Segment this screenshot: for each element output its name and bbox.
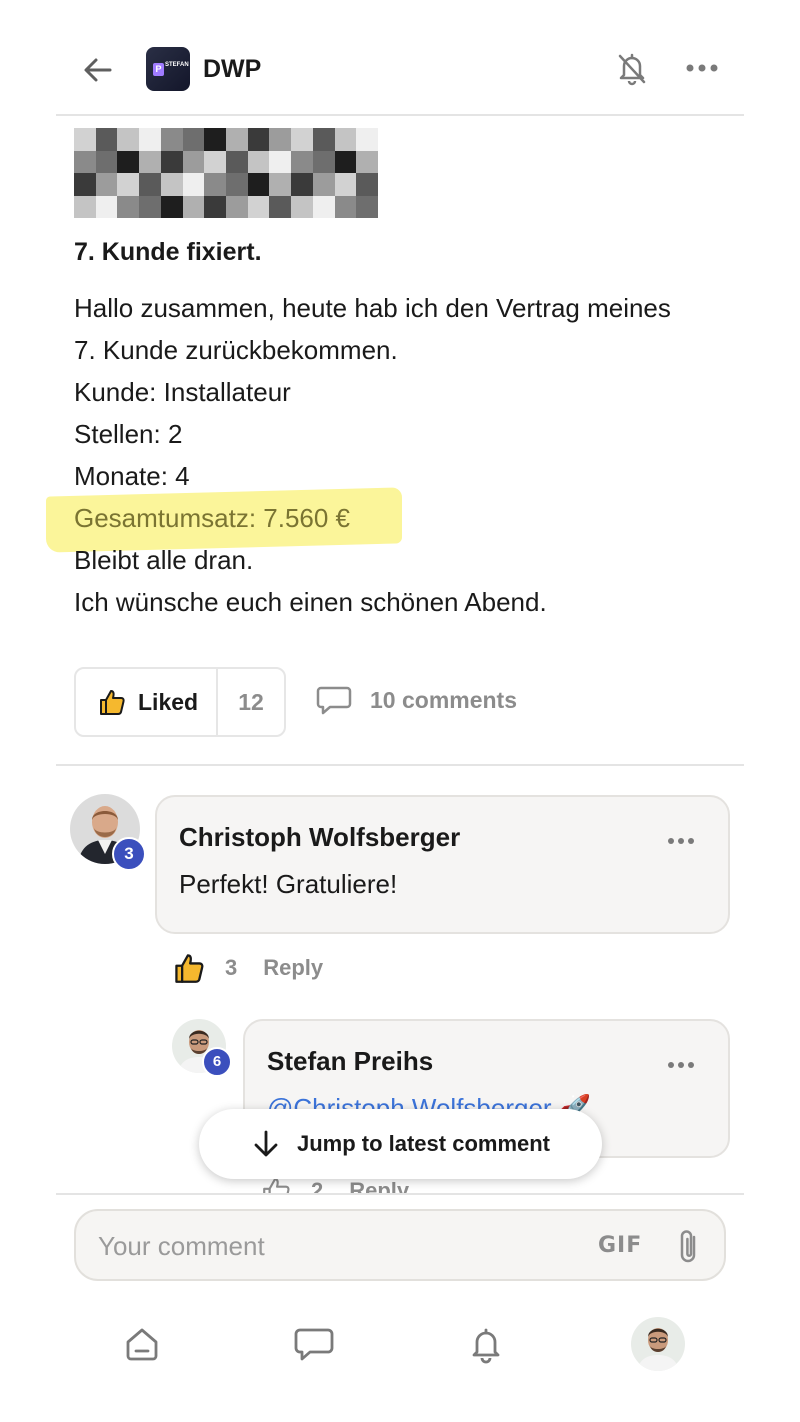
post-line: Kunde: Installateur	[74, 377, 291, 407]
comment-author[interactable]: Christoph Wolfsberger	[179, 822, 460, 853]
post-line: Ich wünsche euch einen schönen Abend.	[74, 587, 547, 617]
composer-divider	[56, 1193, 744, 1195]
jump-label: Jump to latest comment	[296, 1131, 551, 1156]
back-button[interactable]	[80, 52, 116, 88]
nav-home[interactable]	[112, 1314, 172, 1374]
comment-author[interactable]: Stefan Preihs	[267, 1046, 433, 1077]
group-logo[interactable]: P STEFAN	[146, 47, 190, 91]
logo-letter: P	[153, 63, 164, 76]
thumbs-up-icon[interactable]	[173, 952, 205, 984]
chat-icon	[294, 1328, 334, 1361]
comments-button[interactable]: 10 comments	[316, 684, 517, 716]
post-line-highlighted: Gesamtumsatz: 7.560 €	[74, 503, 351, 533]
nav-notifications[interactable]	[456, 1314, 516, 1374]
more-options-button[interactable]	[684, 58, 720, 78]
comment-like-count: 3	[225, 955, 238, 980]
post-line: Monate: 4	[74, 461, 190, 491]
notifications-toggle-button[interactable]	[612, 48, 652, 88]
post-line: Stellen: 2	[74, 419, 183, 449]
comment-input[interactable]	[98, 1227, 558, 1265]
home-icon	[126, 1328, 158, 1361]
comments-count-label: 10 comments	[370, 686, 518, 713]
like-label: Liked	[138, 688, 199, 715]
thumbs-up-icon	[100, 690, 125, 715]
reply-button[interactable]: Reply	[263, 955, 323, 981]
jump-to-latest-button[interactable]: Jump to latest comment	[199, 1109, 602, 1179]
arrow-left-icon	[84, 58, 112, 82]
like-button[interactable]: Liked	[76, 669, 218, 735]
group-name[interactable]: DWP	[203, 55, 261, 84]
paperclip-icon	[680, 1230, 696, 1263]
comment-composer: GIF	[74, 1209, 726, 1281]
comment-bubble: Christoph Wolfsberger Perfekt! Gratulier…	[155, 795, 730, 934]
arrow-down-icon	[254, 1130, 278, 1157]
more-horizontal-icon	[668, 1062, 694, 1068]
nav-chat[interactable]	[284, 1314, 344, 1374]
logo-text: STEFAN	[165, 62, 189, 68]
comment-more-button[interactable]	[666, 833, 696, 844]
more-horizontal-icon	[686, 64, 718, 72]
post-body: Hallo zusammen, heute hab ich den Vertra…	[74, 287, 744, 623]
post-line: Hallo zusammen, heute hab ich den Vertra…	[74, 293, 671, 323]
bottom-navigation	[0, 1300, 800, 1422]
user-level-badge: 3	[112, 837, 146, 871]
like-control: Liked 12	[74, 667, 286, 737]
profile-avatar	[631, 1317, 685, 1371]
comment-actions: 3 Reply	[173, 952, 323, 984]
comment-icon	[316, 686, 352, 715]
censored-author-image	[74, 128, 378, 218]
comment-text: Perfekt! Gratuliere!	[179, 869, 398, 899]
post-title: 7. Kunde fixiert.	[74, 238, 262, 266]
header-divider	[56, 114, 744, 116]
more-horizontal-icon	[668, 838, 694, 844]
top-bar: P STEFAN DWP	[0, 0, 800, 116]
notifications-icon	[472, 1328, 500, 1364]
post-line: 7. Kunde zurückbekommen.	[74, 335, 398, 365]
attach-button[interactable]	[674, 1227, 706, 1267]
bell-off-icon	[618, 53, 646, 86]
comment-more-button[interactable]	[666, 1057, 696, 1068]
post-line: Bleibt alle dran.	[74, 545, 254, 575]
gif-button[interactable]: GIF	[598, 1233, 642, 1258]
user-level-badge: 6	[202, 1047, 232, 1077]
nav-profile[interactable]	[628, 1314, 688, 1374]
actions-divider	[56, 764, 744, 766]
like-count[interactable]: 12	[218, 669, 284, 735]
